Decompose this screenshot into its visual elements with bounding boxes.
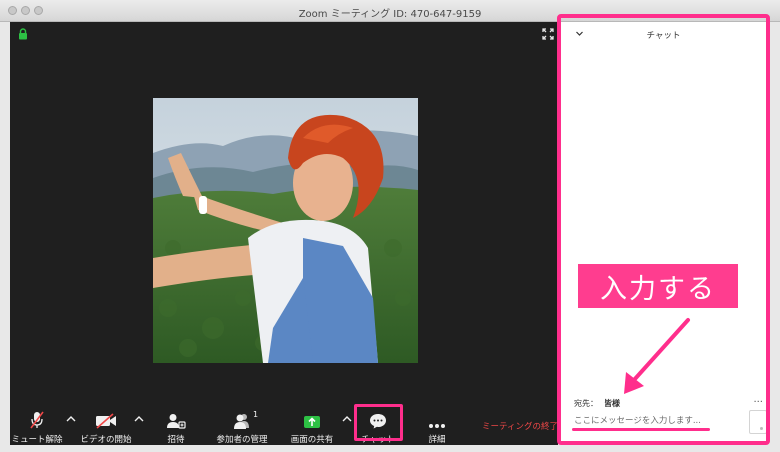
participants-count: 1 [253, 410, 259, 419]
callout-label: 入力する [578, 264, 738, 308]
input-highlight-underline [572, 428, 710, 431]
invite-label: 招待 [167, 435, 185, 445]
more-button[interactable]: 詳細 [422, 408, 452, 445]
microphone-muted-icon [29, 411, 45, 429]
share-options-chevron-icon[interactable] [342, 414, 352, 424]
add-user-icon [166, 411, 186, 429]
video-area [10, 22, 558, 408]
chat-label: チャット [361, 435, 395, 445]
manage-participants-button[interactable]: 参加者の管理 [214, 408, 270, 445]
video-options-chevron-icon[interactable] [134, 414, 144, 424]
recipient-value: 皆様 [604, 399, 620, 408]
share-screen-button[interactable]: 画面の共有 [288, 408, 336, 445]
unmute-button[interactable]: ミュート解除 [11, 408, 63, 445]
start-video-label: ビデオの開始 [80, 435, 132, 445]
chat-more-button[interactable]: ... [753, 394, 763, 405]
meeting-toolbar: ミュート解除 ビデオの開始 招待 参加者の管理 1 画面の共有 チャット 詳細 … [10, 408, 558, 445]
chat-button[interactable]: チャット [357, 408, 399, 445]
invite-button[interactable]: 招待 [158, 408, 194, 445]
title-bar: Zoom ミーティング ID: 470-647-9159 [0, 0, 780, 22]
fullscreen-icon[interactable] [542, 28, 554, 40]
participants-icon [231, 411, 253, 429]
lock-icon[interactable] [18, 28, 28, 40]
chat-message-input[interactable] [574, 414, 714, 428]
recipient-prefix: 宛先： [574, 399, 598, 408]
more-label: 詳細 [428, 435, 446, 445]
participants-label: 参加者の管理 [216, 435, 268, 445]
unmute-label: ミュート解除 [11, 435, 63, 445]
participant-video [153, 98, 418, 363]
chat-panel-title: チャット [646, 31, 681, 41]
share-screen-label: 画面の共有 [290, 435, 334, 445]
video-off-icon [95, 411, 117, 429]
end-meeting-button[interactable]: ミーティングの終了 [482, 420, 558, 432]
recipient-selector[interactable]: 宛先： 皆様 [574, 398, 620, 409]
share-screen-icon [303, 411, 321, 429]
more-dots-icon [428, 411, 446, 429]
file-attach-tab[interactable] [749, 410, 767, 434]
chat-panel: チャット 宛先： 皆様 ... [558, 22, 769, 444]
start-video-button[interactable]: ビデオの開始 [78, 408, 134, 445]
audio-options-chevron-icon[interactable] [66, 414, 76, 424]
chat-bubble-icon [369, 411, 387, 429]
window-title: Zoom ミーティング ID: 470-647-9159 [298, 9, 482, 20]
